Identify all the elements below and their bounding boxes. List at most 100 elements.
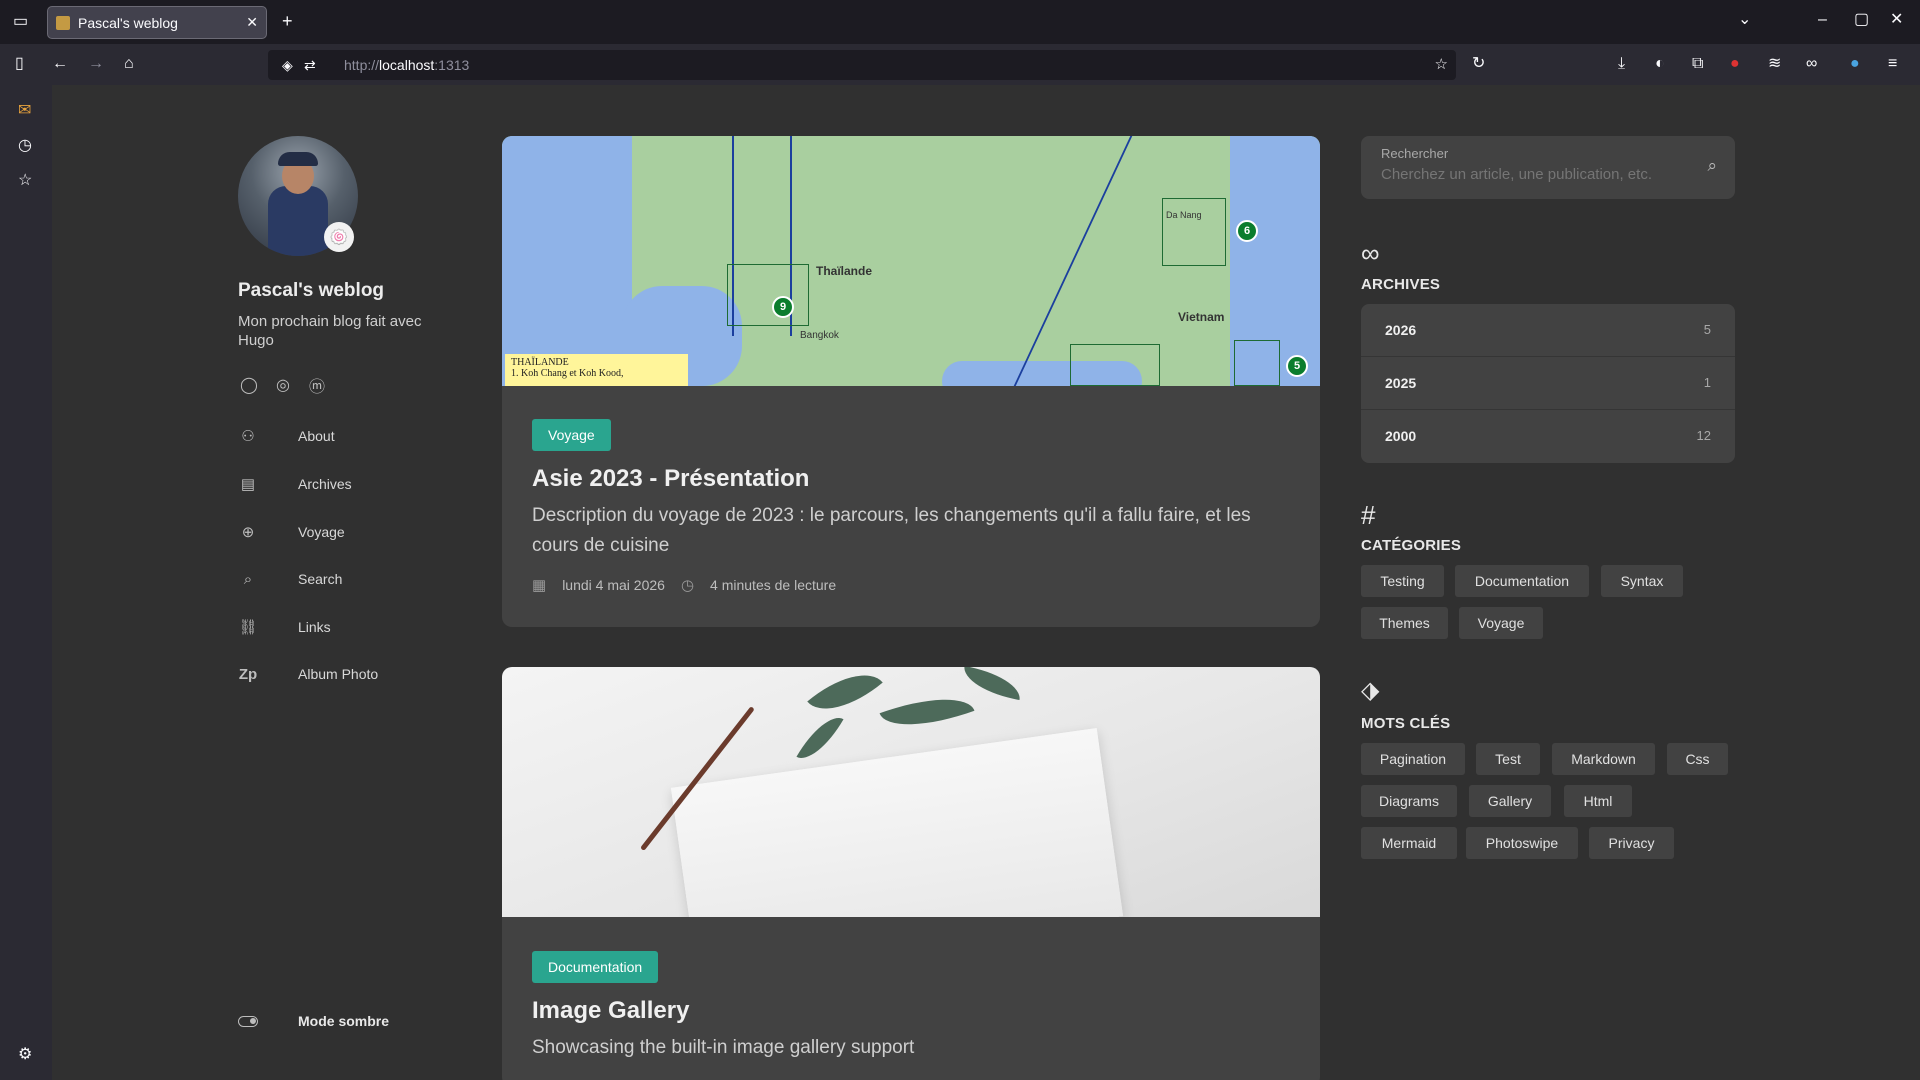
menu-item-label: Voyage — [298, 524, 345, 540]
map-region-box — [1070, 344, 1160, 386]
archives-list: 2026 5 2025 1 2000 12 — [1361, 304, 1735, 463]
article-card[interactable]: Documentation Image Gallery Showcasing t… — [502, 667, 1320, 1080]
article-title[interactable]: Image Gallery — [532, 997, 689, 1025]
menu-item-album-photo[interactable]: Zp Album Photo — [238, 662, 438, 686]
avatar-body — [268, 186, 328, 256]
map-pin[interactable]: 6 — [1236, 220, 1258, 242]
home-icon[interactable]: ⌂ — [124, 56, 134, 72]
tab-list-icon[interactable]: ▭ — [13, 14, 28, 30]
search-input[interactable] — [1381, 166, 1691, 183]
extension-icon[interactable]: ◐ — [1655, 56, 1665, 72]
map-label: Da Nang — [1166, 210, 1202, 220]
puzzle-icon[interactable]: ⧉ — [1692, 56, 1703, 72]
menu-item-label: Search — [298, 571, 343, 587]
minimize-icon[interactable]: – — [1818, 12, 1827, 28]
article-map-image[interactable]: Thaïlande Vietnam Bangkok Da Nang 9 6 5 … — [502, 136, 1320, 386]
mastodon-icon[interactable]: ⓜ — [306, 374, 328, 396]
photo-paper — [670, 728, 1124, 917]
hash-icon: # — [1361, 500, 1376, 530]
map-pin[interactable]: 5 — [1286, 355, 1308, 377]
site-name[interactable]: Pascal's weblog — [238, 280, 384, 302]
download-icon[interactable]: ⤓ — [1618, 56, 1625, 72]
mail-icon[interactable]: ✉ — [18, 103, 31, 119]
photo-leaf — [960, 667, 1024, 701]
browser-tab[interactable]: Pascal's weblog ✕ — [47, 6, 267, 39]
archive-year: 2025 — [1385, 375, 1417, 391]
map-label: Vietnam — [1178, 310, 1225, 324]
browser-nav-bar: ▯ ← → ⌂ ◈ ⇄ http://localhost:1313 ☆ ↻ ⤓ … — [0, 44, 1920, 85]
tag-chip[interactable]: Mermaid — [1361, 827, 1457, 859]
category-tag[interactable]: Documentation — [532, 951, 659, 983]
menu-item-about[interactable]: ⚇ About — [238, 424, 438, 448]
tag-icon: ⬗ — [1361, 677, 1380, 704]
forward-icon[interactable]: → — [88, 56, 104, 72]
tag-chip[interactable]: Css — [1667, 743, 1728, 775]
map-legend-line: 1. Koh Chang et Koh Kood, — [511, 368, 624, 379]
globe-icon: ⊕ — [241, 524, 255, 541]
search-icon[interactable]: ⌕ — [1707, 156, 1717, 176]
ublock-icon[interactable]: ● — [1730, 56, 1740, 72]
tag-chip[interactable]: Pagination — [1361, 743, 1465, 775]
map-sea — [502, 136, 632, 386]
permissions-icon[interactable]: ⇄ — [304, 57, 316, 73]
tags-title: MOTS CLÉS — [1361, 715, 1451, 732]
account-icon[interactable]: ● — [1850, 56, 1860, 72]
category-chip[interactable]: Testing — [1361, 565, 1444, 597]
category-chip[interactable]: Documentation — [1455, 565, 1589, 597]
map-legend: THAÏLANDE 1. Koh Chang et Koh Kood, — [505, 354, 688, 386]
map-pin[interactable]: 9 — [772, 296, 794, 318]
tag-chip[interactable]: Html — [1564, 785, 1632, 817]
archive-row[interactable]: 2000 12 — [1361, 410, 1735, 463]
archive-row[interactable]: 2025 1 — [1361, 357, 1735, 410]
rss-icon[interactable]: ≋ — [1768, 56, 1781, 72]
category-tag[interactable]: Voyage — [532, 419, 611, 451]
archive-count: 1 — [1703, 375, 1711, 390]
calendar-icon: ▦ — [532, 577, 547, 594]
url-scheme: http:// — [344, 57, 380, 73]
category-chip[interactable]: Voyage — [1459, 607, 1543, 639]
github-icon[interactable]: ◯ — [238, 374, 260, 396]
maximize-icon[interactable]: ▢ — [1854, 12, 1869, 28]
back-icon[interactable]: ← — [52, 56, 68, 72]
new-tab-icon[interactable]: + — [282, 12, 293, 30]
category-chip[interactable]: Themes — [1361, 607, 1448, 639]
article-title[interactable]: Asie 2023 - Présentation — [532, 465, 809, 493]
menu-item-search[interactable]: ⌕ Search — [238, 567, 438, 591]
article-cover-image[interactable] — [502, 667, 1320, 917]
category-chip[interactable]: Syntax — [1601, 565, 1683, 597]
close-window-icon[interactable]: ✕ — [1890, 12, 1903, 28]
site-description: Mon prochain blog fait avec Hugo — [238, 313, 422, 349]
tag-chip[interactable]: Markdown — [1552, 743, 1655, 775]
glasses-icon[interactable]: ∞ — [1806, 56, 1817, 72]
tag-chip[interactable]: Photoswipe — [1466, 827, 1578, 859]
menu-item-label: Archives — [298, 476, 352, 492]
bookmarks-icon[interactable]: ☆ — [18, 173, 32, 189]
sidebar-toggle-icon[interactable]: ▯ — [15, 56, 24, 72]
emoji-link-icon[interactable]: ◎ — [272, 374, 294, 396]
archive-row[interactable]: 2026 5 — [1361, 304, 1735, 357]
tag-chip[interactable]: Test — [1476, 743, 1540, 775]
bookmark-star-icon[interactable]: ☆ — [1435, 57, 1448, 73]
toggle-icon — [238, 1015, 258, 1027]
archive-icon: ▤ — [240, 476, 256, 493]
settings-gear-icon[interactable]: ⚙ — [18, 1047, 32, 1063]
shield-icon[interactable]: ◈ — [282, 57, 293, 73]
browser-sidebar: ✉ ◷ ☆ ⚙ — [0, 85, 52, 1080]
emoji-badge: 🍥 — [324, 222, 354, 252]
search-icon: ⌕ — [243, 570, 253, 588]
tag-chip[interactable]: Privacy — [1589, 827, 1674, 859]
article-card[interactable]: Thaïlande Vietnam Bangkok Da Nang 9 6 5 … — [502, 136, 1320, 627]
menu-item-archives[interactable]: ▤ Archives — [238, 472, 438, 496]
reload-icon[interactable]: ↻ — [1472, 56, 1485, 72]
tag-chip[interactable]: Diagrams — [1361, 785, 1457, 817]
map-region-box — [727, 264, 809, 326]
history-icon[interactable]: ◷ — [18, 138, 32, 154]
close-tab-icon[interactable]: ✕ — [246, 14, 258, 31]
menu-item-links[interactable]: ⛓ Links — [238, 615, 438, 639]
url-bar[interactable]: ◈ ⇄ http://localhost:1313 ☆ — [268, 50, 1456, 80]
dark-mode-toggle[interactable]: Mode sombre — [238, 1010, 438, 1032]
menu-item-voyage[interactable]: ⊕ Voyage — [238, 520, 438, 544]
chevron-down-icon[interactable]: ⌄ — [1738, 12, 1751, 28]
menu-icon[interactable]: ≡ — [1888, 56, 1897, 72]
tag-chip[interactable]: Gallery — [1469, 785, 1551, 817]
